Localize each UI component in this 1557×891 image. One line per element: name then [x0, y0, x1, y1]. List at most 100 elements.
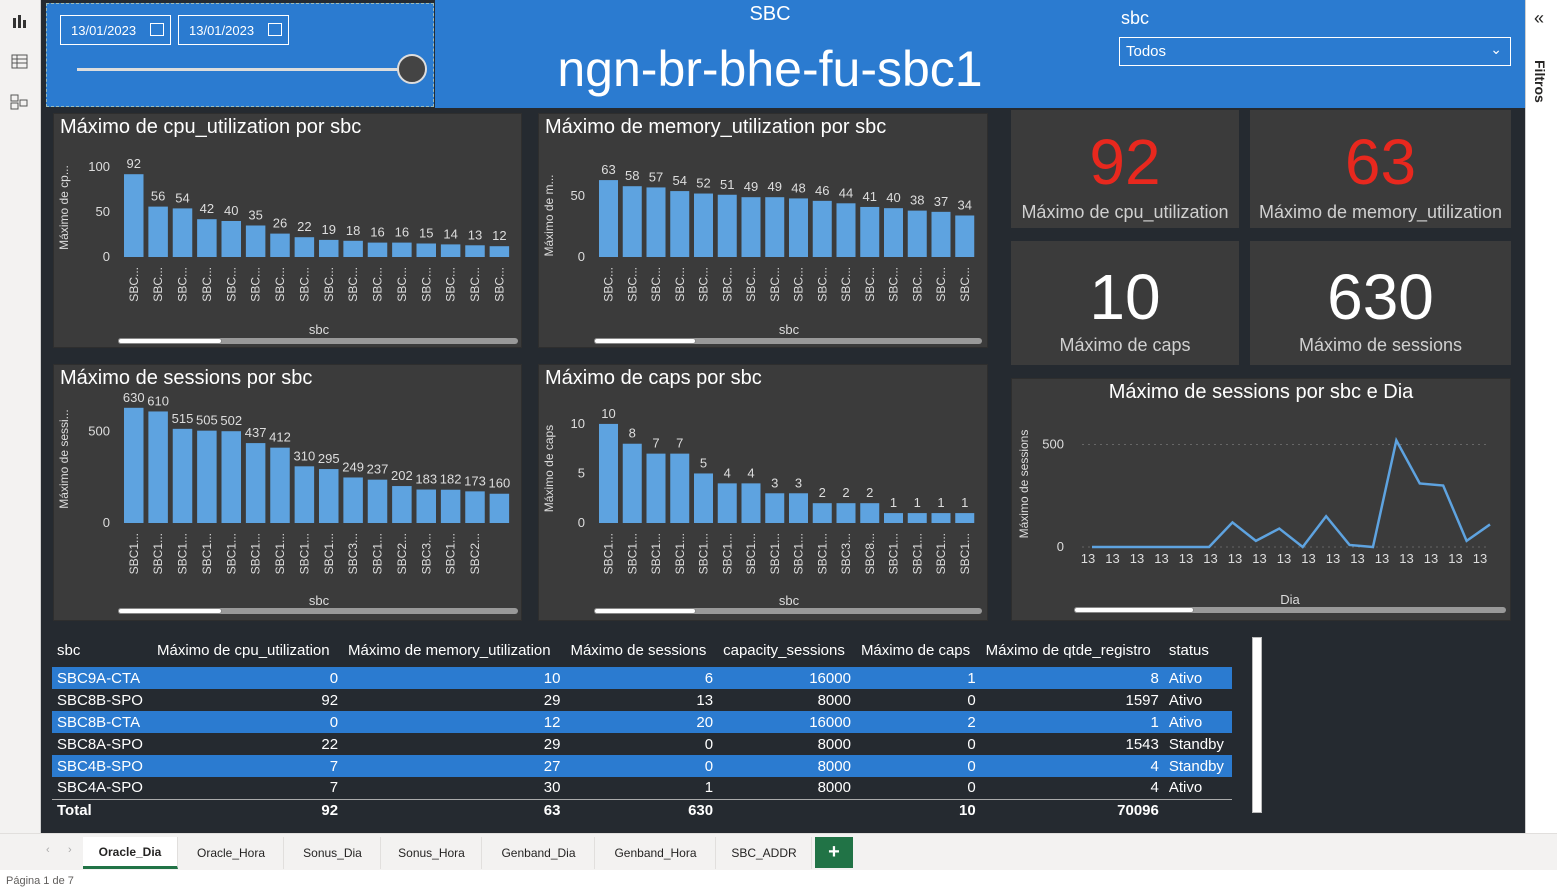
table-total-row[interactable]: Total 92 63 630 10 70096 [52, 798, 1232, 821]
data-label: 1 [961, 495, 968, 510]
data-label: 1 [914, 495, 921, 510]
table-view-icon[interactable] [8, 52, 32, 74]
data-label: 515 [172, 411, 194, 426]
x-tick-label: SBC... [720, 267, 734, 302]
data-label: 18 [346, 223, 360, 238]
x-tick-label: SBC... [224, 267, 238, 302]
date-slicer: 13/01/2023 13/01/2023 [46, 3, 434, 107]
chart-scrollbar[interactable] [594, 338, 982, 344]
bar [294, 466, 315, 523]
column-header[interactable]: Máximo de caps [856, 633, 981, 667]
date-range-track[interactable] [77, 68, 415, 71]
table-cell: 8000 [817, 779, 851, 797]
date-range-handle[interactable] [397, 54, 427, 84]
x-tick-label: 13 [1179, 551, 1193, 566]
data-label: 437 [245, 425, 267, 440]
column-header[interactable]: capacity_sessions [718, 633, 856, 667]
x-tick-label: SBC1... [910, 533, 924, 574]
chart-scrollbar[interactable] [118, 338, 518, 344]
tab-nav-next-icon[interactable]: › [68, 844, 72, 856]
tab-oracle-dia[interactable]: Oracle_Dia [83, 837, 178, 869]
filters-pane[interactable]: « Filtros [1525, 0, 1557, 833]
data-label: 22 [297, 219, 311, 234]
x-tick-label: 13 [1301, 551, 1315, 566]
tab-sonus-hora[interactable]: Sonus_Hora [382, 837, 482, 869]
table-cell: 63 [343, 798, 566, 821]
table-row[interactable]: SBC4B-SPO 7 27 0 8000 0 4 Standby [52, 755, 1232, 777]
table-cell: 0 [967, 735, 976, 753]
data-label: 5 [700, 455, 707, 470]
column-header[interactable]: Máximo de cpu_utilization [152, 633, 343, 667]
tab-nav-prev-icon[interactable]: ‹ [46, 844, 50, 856]
data-label: 49 [744, 179, 758, 194]
table-cell: 30 [543, 779, 561, 797]
bar [465, 245, 485, 257]
bar [884, 513, 903, 523]
calendar-icon[interactable] [150, 23, 164, 36]
data-label: 1 [890, 495, 897, 510]
x-tick-label: SBC... [176, 267, 190, 302]
x-tick-label: SBC1... [744, 533, 758, 574]
data-label: 3 [795, 475, 802, 490]
chart-scrollbar[interactable] [1074, 607, 1506, 613]
x-tick-label: SBC... [697, 267, 711, 302]
column-header[interactable]: Máximo de qtde_registro [981, 633, 1164, 667]
table-cell: 630 [565, 798, 719, 821]
bar [367, 242, 388, 257]
bar [765, 197, 785, 257]
x-tick-label: SBC1... [200, 533, 214, 574]
filters-pane-title: Filtros [1532, 60, 1548, 103]
table-scrollbar[interactable] [1252, 637, 1262, 813]
tab-oracle-hora[interactable]: Oracle_Hora [179, 837, 284, 869]
x-axis-label: Dia [1280, 592, 1300, 607]
kpi-value: 10 [1089, 261, 1161, 333]
data-label: 2 [819, 485, 826, 500]
data-label: 202 [391, 468, 413, 483]
table-cell: SBC9A-CTA [52, 667, 152, 689]
bar [416, 489, 436, 523]
x-axis-label: sbc [779, 322, 800, 337]
table-cell [718, 798, 856, 821]
column-header[interactable]: status [1164, 633, 1232, 667]
kpi-card-memory: 63 Máximo de memory_utilization [1250, 110, 1511, 228]
tab-genband-dia[interactable]: Genband_Dia [483, 837, 595, 869]
data-label: 1 [937, 495, 944, 510]
data-label: 505 [196, 413, 218, 428]
table-row[interactable]: SBC4A-SPO 7 30 1 8000 0 4 Ativo [52, 777, 1232, 799]
calendar-icon[interactable] [268, 23, 282, 36]
chart-scrollbar[interactable] [594, 608, 982, 614]
column-header-sbc[interactable]: sbc [52, 633, 152, 667]
table-row[interactable]: SBC8B-SPO 92 29 13 8000 0 1597 Ativo [52, 689, 1232, 711]
collapse-pane-icon[interactable]: « [1534, 8, 1544, 29]
data-label: 26 [273, 216, 287, 231]
kpi-card-caps: 10 Máximo de caps [1011, 241, 1239, 365]
table-cell: 1543 [1125, 735, 1159, 753]
bar [622, 186, 642, 257]
table-row[interactable]: SBC8A-SPO 22 29 0 8000 0 1543 Standby [52, 733, 1232, 755]
x-tick-label: SBC3... [346, 533, 360, 574]
tab-genband-hora[interactable]: Genband_Hora [596, 837, 716, 869]
date-to-input[interactable]: 13/01/2023 [178, 15, 289, 45]
column-header[interactable]: Máximo de memory_utilization [343, 633, 565, 667]
tab-sonus-dia[interactable]: Sonus_Dia [285, 837, 381, 869]
sbc-dropdown[interactable]: Todos ⌄ [1119, 37, 1511, 66]
column-header[interactable]: Máximo de sessions [565, 633, 718, 667]
report-view-icon[interactable] [8, 12, 32, 34]
bar [717, 194, 737, 257]
x-tick-label: SBC... [492, 267, 506, 302]
bar [392, 486, 412, 523]
bar [599, 423, 618, 523]
chart-scrollbar[interactable] [118, 608, 518, 614]
table-row[interactable]: SBC8B-CTA 0 12 20 16000 2 1 Ativo [52, 711, 1232, 733]
table-row[interactable]: SBC9A-CTA 0 10 6 16000 1 8 Ativo [52, 667, 1232, 689]
bar [465, 491, 485, 523]
data-label: 42 [200, 201, 214, 216]
tab-sbc-addr[interactable]: SBC_ADDR [717, 837, 812, 869]
data-label: 44 [839, 185, 853, 200]
y-tick-label: 500 [1042, 437, 1064, 452]
model-view-icon[interactable] [8, 92, 32, 114]
x-tick-label: SBC1... [371, 533, 385, 574]
table-cell: 1 [704, 779, 714, 797]
add-page-button[interactable]: + [815, 837, 853, 868]
date-from-input[interactable]: 13/01/2023 [60, 15, 171, 45]
